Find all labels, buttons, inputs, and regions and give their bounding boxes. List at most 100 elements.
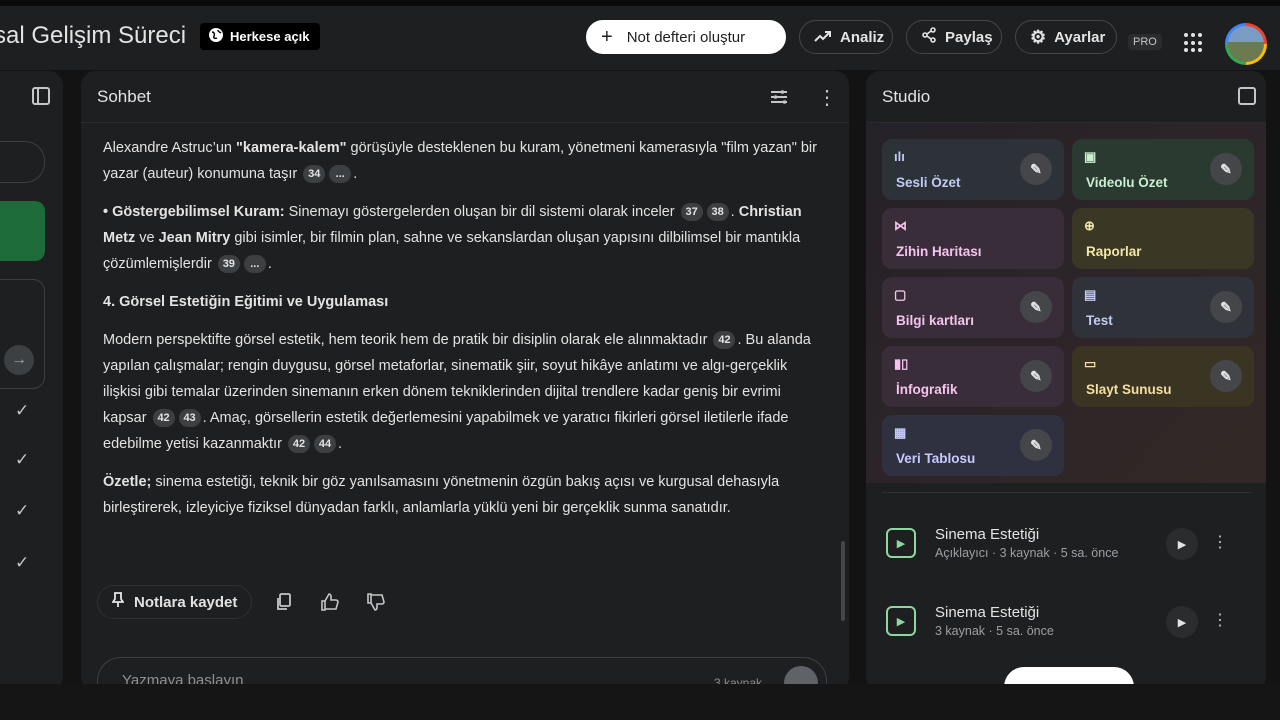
studio-note-item[interactable]: ▶ Sinema Estetiği Açıklayıcı · 3 kaynak … <box>886 515 1246 571</box>
citation-chip[interactable]: 42 <box>713 331 736 349</box>
share-icon <box>921 27 937 47</box>
sources-highlight-box[interactable] <box>0 201 45 261</box>
studio-panel: Studio ılı Sesli Özet ✎ ▣ Videolu Özet ✎… <box>866 71 1266 691</box>
tile-reports[interactable]: ⊕ Raporlar <box>1072 208 1254 269</box>
play-icon[interactable]: ▶ <box>1166 606 1198 638</box>
report-add-icon: ⊕ <box>1084 218 1095 233</box>
panel-toggle-icon[interactable] <box>1238 87 1256 105</box>
text-bold: Göstergebilimsel Kuram: <box>112 204 285 220</box>
text-bold: "kamera-kalem" <box>236 140 347 156</box>
tile-audio-overview[interactable]: ılı Sesli Özet ✎ <box>882 139 1064 200</box>
thumbs-down-icon[interactable] <box>362 588 390 616</box>
citation-more[interactable]: ... <box>329 165 352 183</box>
notebook-title[interactable]: sal Gelişim Süreci <box>0 22 186 50</box>
tile-quiz[interactable]: ▤ Test ✎ <box>1072 277 1254 338</box>
chat-panel: Sohbet ⋮ Alexandre Astruc’un "kamera-kal… <box>81 71 849 691</box>
chat-header: Sohbet ⋮ <box>81 71 849 123</box>
trending-icon <box>814 29 832 46</box>
sources-search-box[interactable] <box>0 141 45 183</box>
text-bold: Jean Mitry <box>158 230 231 246</box>
checkbox-checked-icon[interactable]: ✓ <box>15 401 29 421</box>
panel-toggle-icon[interactable] <box>32 87 50 105</box>
tile-label: Zihin Haritası <box>896 244 982 259</box>
edit-icon[interactable]: ✎ <box>1210 360 1242 392</box>
top-bar: sal Gelişim Süreci Herkese açık + Not de… <box>0 6 1280 70</box>
edit-icon[interactable]: ✎ <box>1020 153 1052 185</box>
apps-grid-icon[interactable] <box>1184 33 1204 53</box>
tile-label: Videolu Özet <box>1086 175 1168 190</box>
text: Sinemayı göstergelerden oluşan bir dil s… <box>284 204 675 220</box>
message-actions: Notlara kaydet <box>97 585 390 619</box>
tile-infographic[interactable]: ▮▯ İnfografik ✎ <box>882 346 1064 407</box>
bullet: • <box>103 204 113 220</box>
section-heading: 4. Görsel Estetiğin Eğitimi ve Uygulamas… <box>103 294 389 310</box>
copy-icon[interactable] <box>270 588 298 616</box>
create-notebook-label: Not defteri oluştur <box>626 28 746 46</box>
more-vert-icon[interactable]: ⋮ <box>817 85 837 110</box>
text: ve <box>135 230 159 246</box>
analyze-button[interactable]: Analiz <box>799 20 893 54</box>
edit-icon[interactable]: ✎ <box>1210 291 1242 323</box>
share-button[interactable]: Paylaş <box>906 20 1002 54</box>
tile-mind-map[interactable]: ⋈ Zihin Haritası <box>882 208 1064 269</box>
arrow-right-icon[interactable]: → <box>4 345 34 375</box>
mind-map-icon: ⋈ <box>894 218 907 233</box>
tile-flashcards[interactable]: ▢ Bilgi kartları ✎ <box>882 277 1064 338</box>
plus-icon: + <box>601 26 613 48</box>
citation-chip[interactable]: 38 <box>706 203 729 221</box>
scrollbar[interactable] <box>841 541 845 621</box>
gear-icon: ⚙ <box>1030 26 1047 47</box>
note-title: Sinema Estetiği <box>935 604 1040 621</box>
share-label: Paylaş <box>945 28 993 46</box>
citation-chip[interactable]: 42 <box>152 409 175 427</box>
edit-icon[interactable]: ✎ <box>1020 360 1052 392</box>
chat-title: Sohbet <box>97 86 151 106</box>
tile-data-table[interactable]: ▦ Veri Tablosu ✎ <box>882 415 1064 476</box>
more-vert-icon[interactable]: ⋮ <box>1212 532 1228 552</box>
visibility-badge[interactable]: Herkese açık <box>200 23 320 50</box>
tune-icon[interactable] <box>769 87 789 107</box>
citation-chip[interactable]: 43 <box>178 409 201 427</box>
text: Modern perspektifte görsel estetik, hem … <box>103 332 708 348</box>
pro-badge: PRO <box>1128 34 1162 50</box>
citation-chip[interactable]: 34 <box>303 165 326 183</box>
checkbox-checked-icon[interactable]: ✓ <box>15 501 29 521</box>
citation-chip[interactable]: 37 <box>680 203 703 221</box>
checkbox-checked-icon[interactable]: ✓ <box>15 450 29 470</box>
tile-label: Test <box>1086 313 1113 328</box>
settings-button[interactable]: ⚙ Ayarlar <box>1015 20 1117 54</box>
avatar[interactable] <box>1225 23 1267 65</box>
studio-note-item[interactable]: ▶ Sinema Estetiği 3 kaynak · 5 sa. önce … <box>886 593 1246 649</box>
save-to-notes-button[interactable]: Notlara kaydet <box>97 585 253 619</box>
bottom-strip <box>0 684 1280 720</box>
tile-label: Raporlar <box>1086 244 1142 259</box>
play-icon[interactable]: ▶ <box>1166 528 1198 560</box>
more-vert-icon[interactable]: ⋮ <box>1212 610 1228 630</box>
video-note-icon: ▶ <box>886 606 916 636</box>
tile-slide-deck[interactable]: ▭ Slayt Sunusu ✎ <box>1072 346 1254 407</box>
citation-chip[interactable]: 44 <box>313 435 336 453</box>
note-title: Sinema Estetiği <box>935 526 1040 543</box>
edit-icon[interactable]: ✎ <box>1210 153 1242 185</box>
tile-label: Veri Tablosu <box>896 451 976 466</box>
studio-title: Studio <box>882 86 931 106</box>
checkbox-checked-icon[interactable]: ✓ <box>15 553 29 573</box>
edit-icon[interactable]: ✎ <box>1020 291 1052 323</box>
citation-more[interactable]: ... <box>243 255 266 273</box>
video-note-icon: ▶ <box>886 528 916 558</box>
save-to-notes-label: Notlara kaydet <box>134 593 238 611</box>
pin-icon <box>111 592 125 612</box>
note-meta: 3 kaynak · 5 sa. önce <box>935 624 1054 638</box>
tile-label: İnfografik <box>896 382 958 397</box>
citation-chip[interactable]: 39 <box>217 255 240 273</box>
tile-video-overview[interactable]: ▣ Videolu Özet ✎ <box>1072 139 1254 200</box>
studio-header: Studio <box>866 71 1266 123</box>
edit-icon[interactable]: ✎ <box>1020 429 1052 461</box>
analyze-label: Analiz <box>840 28 885 46</box>
thumbs-up-icon[interactable] <box>316 588 344 616</box>
settings-label: Ayarlar <box>1054 28 1106 46</box>
citation-chip[interactable]: 42 <box>287 435 310 453</box>
visibility-label: Herkese açık <box>230 29 310 44</box>
globe-icon <box>208 27 224 46</box>
create-notebook-button[interactable]: + Not defteri oluştur <box>586 20 786 54</box>
